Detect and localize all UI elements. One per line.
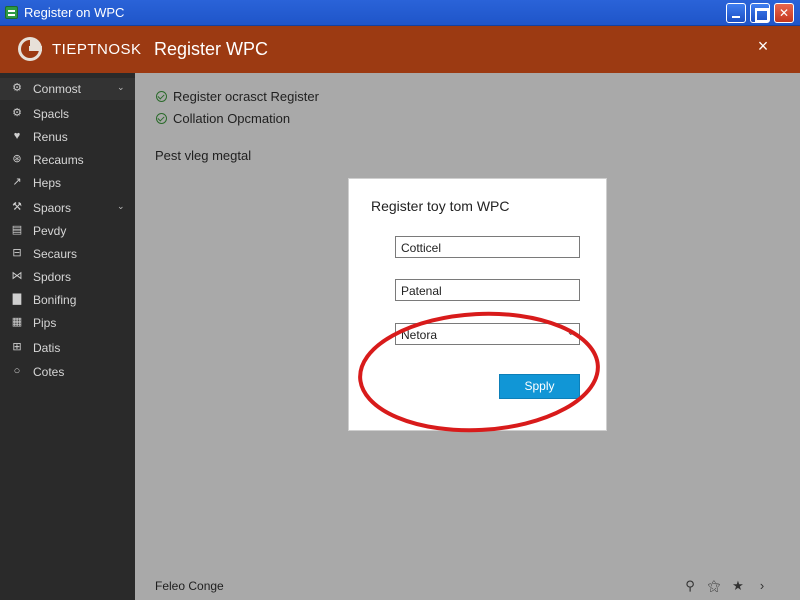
sidebar-item-label: Renus <box>33 130 68 144</box>
sidebar-item[interactable]: ⊛ Recaums <box>0 149 135 171</box>
sidebar-item-label: Conmost <box>33 82 82 96</box>
tools-icon: ⚒ <box>12 201 22 213</box>
register-dialog: Register toy tom WPC Cotticel Patenal Ne… <box>348 178 607 431</box>
sidebar-item-label: Cotes <box>33 365 65 379</box>
brand-logo-icon <box>18 37 42 61</box>
gear-icon: ⚙ <box>12 82 22 94</box>
text-field[interactable]: Patenal <box>395 279 580 301</box>
sidebar-item-label: Bonifing <box>33 293 77 307</box>
page-title: Register WPC <box>154 39 269 59</box>
apply-button[interactable]: Spply <box>499 374 580 399</box>
maximize-button[interactable] <box>750 3 770 23</box>
sidebar-item[interactable]: ⚙ Conmost ⌄ <box>0 78 135 100</box>
circle-icon: ○ <box>13 365 21 377</box>
database-icon: ⊞ <box>12 341 22 353</box>
text-field[interactable]: Cotticel <box>395 236 580 258</box>
person-icon[interactable]: ⚝ <box>707 578 721 594</box>
chart-icon: ↗ <box>12 176 22 188</box>
sidebar-item-label: Pips <box>33 316 57 330</box>
sidebar-item[interactable]: ⊟ Secaurs <box>0 243 135 265</box>
sidebar-item-label: Pevdy <box>33 224 67 238</box>
sidebar-item[interactable]: ⚒ Spaors ⌄ <box>0 197 135 219</box>
check-circle-icon <box>156 113 167 124</box>
chevron-down-icon: ⌄ <box>566 327 575 338</box>
star-icon[interactable]: ★ <box>731 578 745 594</box>
sidebar: ⚙ Conmost ⌄ ⚙ Spacls ♥ Renus ⊛ Recaums ↗ Heps ⚒ Spao… <box>0 73 135 600</box>
brand-name: TIEPTNOSK <box>52 41 142 58</box>
app-header: TIEPTNOSK Register WPC × <box>0 26 800 73</box>
sidebar-item-label: Spacls <box>33 107 70 121</box>
list-icon: ▦ <box>11 316 23 328</box>
select-field[interactable]: Netora ⌄ <box>395 323 580 345</box>
check-circle-icon <box>156 91 167 102</box>
sidebar-item[interactable]: ▇ Bonifing <box>0 289 135 311</box>
share-icon: ⋈ <box>11 270 23 282</box>
lock-icon: ⊟ <box>12 247 22 259</box>
sidebar-item-label: Heps <box>33 176 62 190</box>
chevron-down-icon: ⌄ <box>117 201 125 211</box>
app-window-icon <box>5 6 18 19</box>
sidebar-item[interactable]: ○ Cotes <box>0 361 135 383</box>
card-icon: ▤ <box>11 224 23 236</box>
heart-icon: ♥ <box>13 130 21 142</box>
sidebar-item[interactable]: ▦ Pips <box>0 312 135 334</box>
search-icon[interactable]: ⚲ <box>683 578 697 594</box>
sidebar-item-label: Recaums <box>33 153 84 167</box>
sidebar-item-label: Datis <box>33 341 61 355</box>
sidebar-item-label: Secaurs <box>33 247 78 261</box>
close-window-button[interactable]: ✕ <box>774 3 794 23</box>
field-value: Patenal <box>401 284 442 298</box>
document-icon: ▇ <box>12 293 22 305</box>
globe-icon: ⊛ <box>12 153 22 165</box>
sidebar-item-label: Spaors <box>33 201 72 215</box>
section-subtitle: Pest vleg megtal <box>155 148 252 163</box>
footer-text: Feleo Conge <box>155 579 224 593</box>
close-icon[interactable]: × <box>752 36 774 60</box>
chevron-down-icon: ⌄ <box>117 82 125 92</box>
field-value: Cotticel <box>401 241 442 255</box>
field-value: Netora <box>401 328 438 342</box>
settings-icon: ⚙ <box>12 107 22 119</box>
checklist-item-label: Register ocrasct Register <box>173 89 319 104</box>
sidebar-item[interactable]: ⋈ Spdors <box>0 266 135 288</box>
window-title: Register on WPC <box>24 5 125 20</box>
sidebar-item[interactable]: ▤ Pevdy <box>0 220 135 242</box>
sidebar-item[interactable]: ⚙ Spacls <box>0 103 135 125</box>
sidebar-item[interactable]: ⊞ Datis <box>0 337 135 359</box>
chevron-right-icon[interactable]: › <box>755 578 769 594</box>
sidebar-item-label: Spdors <box>33 270 72 284</box>
dialog-title: Register toy tom WPC <box>371 198 510 214</box>
minimize-button[interactable] <box>726 3 746 23</box>
window-titlebar: Register on WPC ✕ <box>0 0 800 26</box>
checklist-item-label: Collation Opcmation <box>173 111 291 126</box>
sidebar-item[interactable]: ↗ Heps <box>0 172 135 194</box>
main-content: Register ocrasct Register Collation Opcm… <box>135 73 800 600</box>
sidebar-item[interactable]: ♥ Renus <box>0 126 135 148</box>
